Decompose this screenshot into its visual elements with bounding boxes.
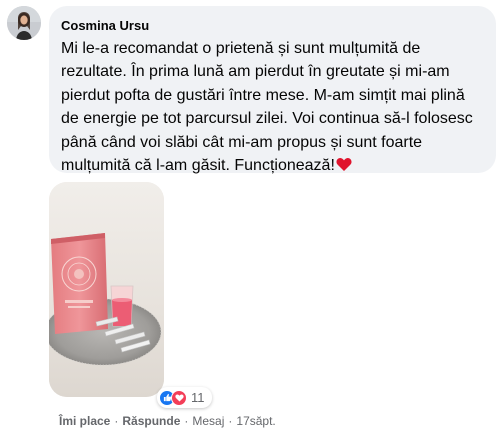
comment-text: Mi le-a recomandat o prietenă și sunt mu… [61,37,484,179]
comment-photo[interactable] [49,182,164,397]
separator-dot: · [228,414,233,428]
separator-dot: · [114,414,119,428]
love-icon [171,389,187,406]
reply-button[interactable]: Răspunde [122,414,180,428]
reaction-count: 11 [191,390,205,405]
reactions-summary[interactable]: 11 [157,387,212,408]
comment-author[interactable]: Cosmina Ursu [61,17,149,34]
message-button[interactable]: Mesaj [192,414,224,428]
heart-icon [336,156,352,179]
product-photo [49,182,164,397]
comment-actions: Îmi place · Răspunde · Mesaj · 17săpt. [59,414,276,428]
avatar[interactable] [7,6,41,40]
like-button[interactable]: Îmi place [59,414,110,428]
profile-photo [7,6,41,40]
comment-bubble: Cosmina Ursu Mi le-a recomandat o priete… [49,6,496,174]
comment-timestamp[interactable]: 17săpt. [236,414,275,428]
comment-body: Mi le-a recomandat o prietenă și sunt mu… [61,40,473,175]
separator-dot: · [184,414,189,428]
